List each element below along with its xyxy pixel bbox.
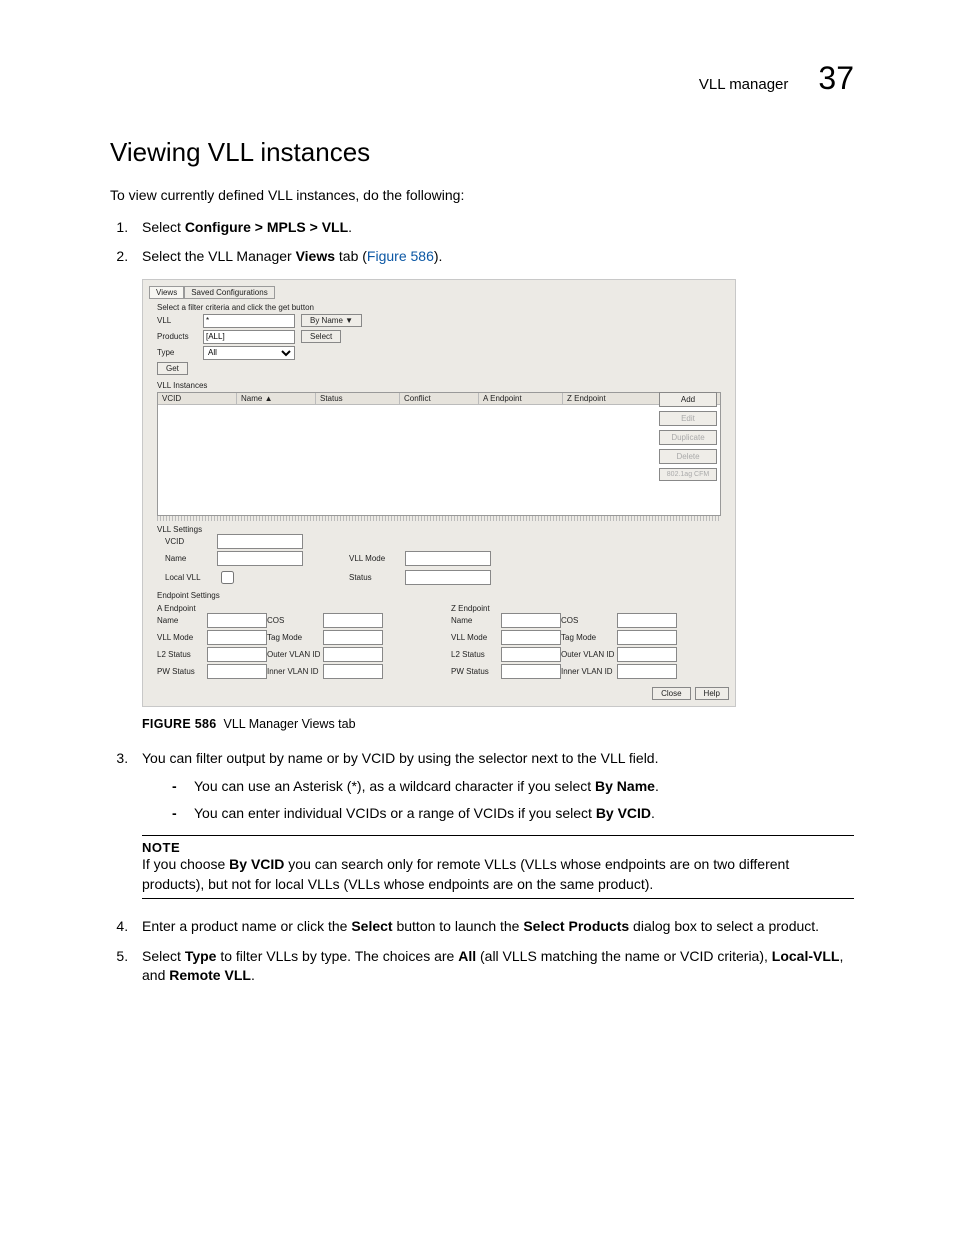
z-cos-field[interactable] [617,613,677,628]
z-pw-label: PW Status [451,667,501,676]
z-pw-field[interactable] [501,664,561,679]
help-button[interactable]: Help [695,687,729,700]
status-label: Status [349,573,399,582]
type-select[interactable]: All [203,346,295,360]
col-conflict[interactable]: Conflict [400,393,479,404]
close-button[interactable]: Close [652,687,690,700]
z-tagmode-label: Tag Mode [561,633,617,642]
splitter[interactable] [157,516,721,521]
by-name-selector[interactable]: By Name ▼ [301,314,362,327]
name-label: Name [165,554,211,563]
localvll-label: Local VLL [165,573,211,582]
z-endpoint-title: Z Endpoint [451,604,721,613]
vll-label: VLL [157,316,197,325]
step-3: You can filter output by name or by VCID… [132,749,854,823]
step-1: Select Configure > MPLS > VLL. [132,218,854,238]
a-tagmode-label: Tag Mode [267,633,323,642]
vll-settings-title: VLL Settings [157,525,721,534]
z-inner-field[interactable] [617,664,677,679]
z-name-label: Name [451,616,501,625]
products-label: Products [157,332,197,341]
a-endpoint-title: A Endpoint [157,604,427,613]
a-vllmode-field[interactable] [207,630,267,645]
z-outer-label: Outer VLAN ID [561,650,617,659]
step-5: Select Type to filter VLLs by type. The … [132,947,854,986]
vll-instances-table: VCID Name ▲ Status Conflict A Endpoint Z… [157,392,721,516]
get-button[interactable]: Get [157,362,188,375]
a-pw-field[interactable] [207,664,267,679]
z-tagmode-field[interactable] [617,630,677,645]
page-heading: Viewing VLL instances [110,137,854,168]
vll-instances-title: VLL Instances [157,381,729,390]
tab-views[interactable]: Views [149,286,184,299]
step-3-sub-2: You can enter individual VCIDs or a rang… [172,803,854,823]
vll-input[interactable] [203,314,295,328]
vllmode-label: VLL Mode [349,554,399,563]
a-tagmode-field[interactable] [323,630,383,645]
filter-hint: Select a filter criteria and click the g… [157,303,729,312]
a-inner-field[interactable] [323,664,383,679]
step-4: Enter a product name or click the Select… [132,917,854,937]
figure-caption: FIGURE 586 VLL Manager Views tab [142,717,854,731]
a-name-label: Name [157,616,207,625]
a-cos-field[interactable] [323,613,383,628]
a-pw-label: PW Status [157,667,207,676]
tab-saved-configurations[interactable]: Saved Configurations [184,286,275,299]
col-a-endpoint[interactable]: A Endpoint [479,393,563,404]
intro-text: To view currently defined VLL instances,… [110,186,854,206]
vcid-label: VCID [165,537,211,546]
z-l2-field[interactable] [501,647,561,662]
z-inner-label: Inner VLAN ID [561,667,617,676]
localvll-checkbox[interactable] [221,571,234,584]
header-title: VLL manager [699,76,789,93]
a-vllmode-label: VLL Mode [157,633,207,642]
z-l2-label: L2 Status [451,650,501,659]
z-cos-label: COS [561,616,617,625]
step-3-sub-1: You can use an Asterisk (*), as a wildca… [172,776,854,796]
z-name-field[interactable] [501,613,561,628]
z-vllmode-field[interactable] [501,630,561,645]
products-input[interactable] [203,330,295,344]
a-outer-field[interactable] [323,647,383,662]
col-name[interactable]: Name ▲ [237,393,316,404]
col-vcid[interactable]: VCID [158,393,237,404]
select-button[interactable]: Select [301,330,341,343]
step-2: Select the VLL Manager Views tab (Figure… [132,247,854,267]
col-z-endpoint[interactable]: Z Endpoint [563,393,646,404]
vcid-field[interactable] [217,534,303,549]
z-outer-field[interactable] [617,647,677,662]
edit-button[interactable]: Edit [659,411,717,426]
add-button[interactable]: Add [659,392,717,407]
vll-manager-screenshot: Views Saved Configurations Select a filt… [142,279,736,707]
note-block: NOTE If you choose By VCID you can searc… [142,835,854,899]
chapter-number: 37 [818,60,854,97]
endpoint-settings-title: Endpoint Settings [157,591,721,600]
status-field[interactable] [405,570,491,585]
type-label: Type [157,348,197,357]
delete-button[interactable]: Delete [659,449,717,464]
vllmode-field[interactable] [405,551,491,566]
a-cos-label: COS [267,616,323,625]
z-vllmode-label: VLL Mode [451,633,501,642]
a-l2-label: L2 Status [157,650,207,659]
a-outer-label: Outer VLAN ID [267,650,323,659]
a-l2-field[interactable] [207,647,267,662]
a-inner-label: Inner VLAN ID [267,667,323,676]
a-name-field[interactable] [207,613,267,628]
col-status[interactable]: Status [316,393,400,404]
cfm-button[interactable]: 802.1ag CFM [659,468,717,481]
duplicate-button[interactable]: Duplicate [659,430,717,445]
name-field[interactable] [217,551,303,566]
figure-link[interactable]: Figure 586 [367,248,434,264]
